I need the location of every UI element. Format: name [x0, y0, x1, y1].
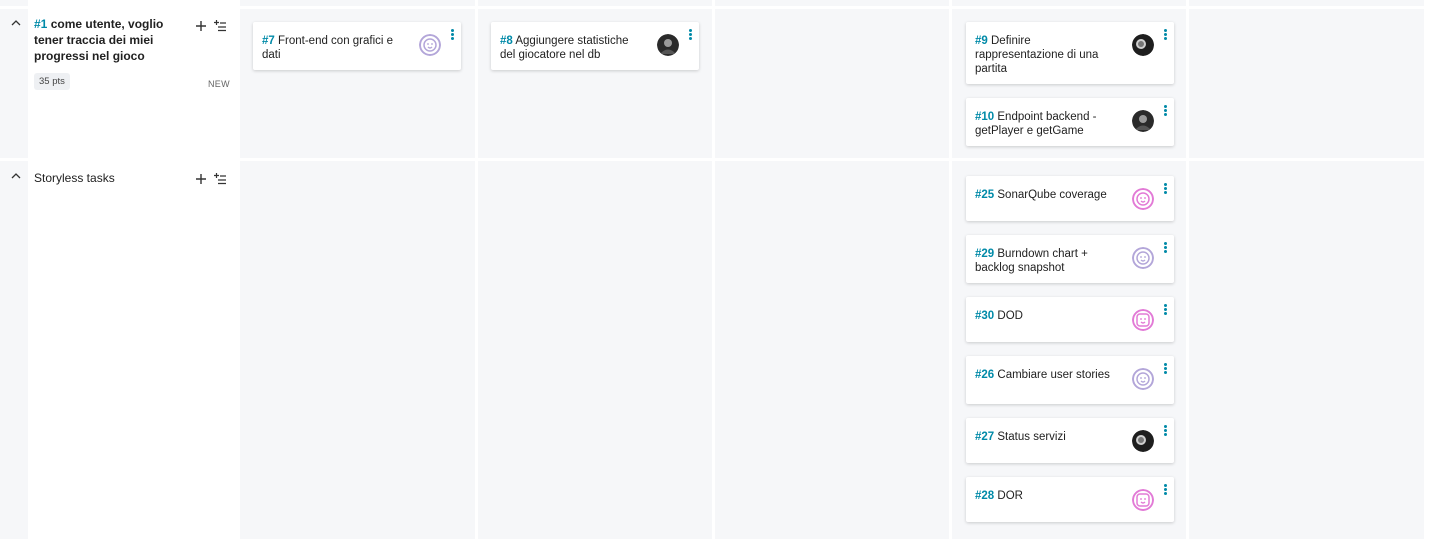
task-card-text[interactable]: #10 Endpoint backend - getPlayer e getGa… [975, 110, 1115, 138]
task-menu-icon[interactable] [1164, 29, 1168, 41]
task-card-text[interactable]: #27 Status servizi [975, 430, 1115, 444]
task-menu-icon[interactable] [1164, 363, 1168, 375]
task-menu-icon[interactable] [689, 29, 693, 41]
task-card[interactable]: #10 Endpoint backend - getPlayer e getGa… [966, 98, 1174, 146]
user-avatar-icon[interactable] [1132, 430, 1154, 452]
column-in-progress [478, 0, 712, 539]
task-card[interactable]: #9 Definire rappresentazione di una part… [966, 22, 1174, 84]
task-menu-icon[interactable] [451, 29, 455, 41]
task-card[interactable]: #8 Aggiungere statistiche del giocatore … [491, 22, 699, 70]
task-menu-icon[interactable] [1164, 304, 1168, 316]
task-title[interactable]: Endpoint backend - getPlayer e getGame [975, 111, 1097, 137]
task-card[interactable]: #30 DOD [966, 297, 1174, 342]
row-divider [0, 158, 1424, 161]
story-title[interactable]: #1 come utente, voglio tener traccia dei… [34, 16, 184, 64]
task-ref[interactable]: #8 [500, 35, 513, 47]
task-card-text[interactable]: #9 Definire rappresentazione di una part… [975, 34, 1115, 76]
collapse-chevron-icon[interactable] [9, 169, 23, 183]
task-title[interactable]: Cambiare user stories [997, 369, 1109, 381]
task-ref[interactable]: #28 [975, 490, 994, 502]
user-avatar-icon[interactable] [1132, 309, 1154, 331]
user-avatar-icon[interactable] [1132, 489, 1154, 511]
task-ref[interactable]: #25 [975, 189, 994, 201]
task-title[interactable]: DOR [997, 490, 1023, 502]
column-new [240, 0, 475, 539]
task-card-text[interactable]: #25 SonarQube coverage [975, 188, 1115, 202]
task-card[interactable]: #29 Burndown chart + backlog snapshot [966, 235, 1174, 283]
story-ref[interactable]: #1 [34, 17, 47, 31]
task-card-text[interactable]: #26 Cambiare user stories [975, 368, 1115, 382]
task-card-text[interactable]: #8 Aggiungere statistiche del giocatore … [500, 34, 640, 62]
task-card[interactable]: #27 Status servizi [966, 418, 1174, 463]
story-status[interactable]: NEW [208, 79, 230, 89]
task-ref[interactable]: #26 [975, 369, 994, 381]
user-avatar-icon[interactable] [1132, 368, 1154, 390]
task-card-text[interactable]: #30 DOD [975, 309, 1115, 323]
task-ref[interactable]: #9 [975, 35, 988, 47]
task-ref[interactable]: #27 [975, 431, 994, 443]
story-column-gutter [0, 0, 28, 539]
user-avatar-icon[interactable] [1132, 188, 1154, 210]
task-menu-icon[interactable] [1164, 242, 1168, 254]
story-points-badge: 35 pts [34, 73, 70, 90]
task-ref[interactable]: #10 [975, 111, 994, 123]
task-title[interactable]: Aggiungere statistiche del giocatore nel… [500, 35, 629, 61]
user-avatar-icon[interactable] [1132, 247, 1154, 269]
task-title[interactable]: Front-end con grafici e dati [262, 35, 393, 61]
column-needs-info [1189, 0, 1424, 539]
bulk-add-tasks-icon[interactable] [213, 172, 227, 186]
column-ready-for-test [715, 0, 949, 539]
top-divider [0, 6, 1424, 9]
bulk-add-tasks-icon[interactable] [213, 19, 227, 33]
task-card[interactable]: #7 Front-end con grafici e dati [253, 22, 461, 70]
task-title[interactable]: DOD [997, 310, 1023, 322]
task-menu-icon[interactable] [1164, 425, 1168, 437]
task-card-text[interactable]: #7 Front-end con grafici e dati [262, 34, 402, 62]
user-avatar-icon[interactable] [1132, 110, 1154, 132]
task-card-text[interactable]: #28 DOR [975, 489, 1115, 503]
task-title[interactable]: Status servizi [997, 431, 1065, 443]
task-card[interactable]: #25 SonarQube coverage [966, 176, 1174, 221]
user-avatar-icon[interactable] [1132, 34, 1154, 56]
task-title[interactable]: Definire rappresentazione di una partita [975, 35, 1098, 75]
task-ref[interactable]: #7 [262, 35, 275, 47]
task-menu-icon[interactable] [1164, 183, 1168, 195]
add-task-icon[interactable] [194, 19, 208, 33]
task-ref[interactable]: #29 [975, 248, 994, 260]
user-avatar-icon[interactable] [419, 34, 441, 56]
task-card[interactable]: #28 DOR [966, 477, 1174, 522]
task-menu-icon[interactable] [1164, 484, 1168, 496]
task-card[interactable]: #26 Cambiare user stories [966, 356, 1174, 404]
user-avatar-icon[interactable] [657, 34, 679, 56]
task-menu-icon[interactable] [1164, 105, 1168, 117]
task-ref[interactable]: #30 [975, 310, 994, 322]
storyless-title: Storyless tasks [34, 171, 115, 185]
story-title-text[interactable]: come utente, voglio tener traccia dei mi… [34, 17, 163, 63]
add-task-icon[interactable] [194, 172, 208, 186]
task-card-text[interactable]: #29 Burndown chart + backlog snapshot [975, 247, 1115, 275]
task-title[interactable]: SonarQube coverage [997, 189, 1106, 201]
collapse-chevron-icon[interactable] [9, 16, 23, 30]
